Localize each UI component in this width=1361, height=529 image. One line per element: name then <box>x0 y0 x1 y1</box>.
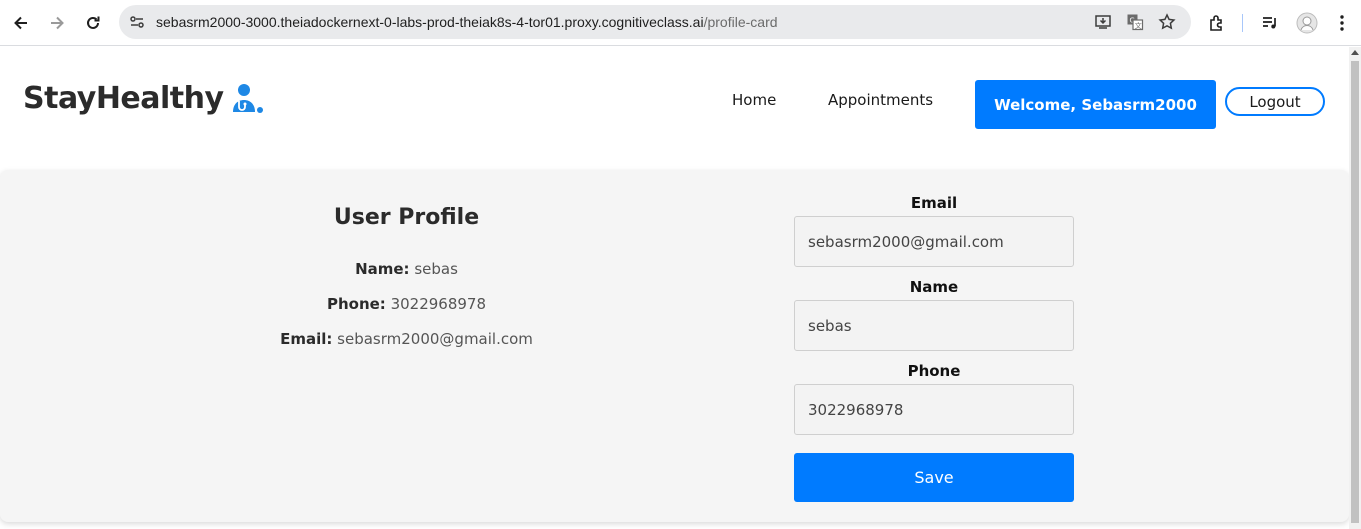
phone-label: Phone: <box>326 295 386 313</box>
forward-icon[interactable] <box>45 11 69 35</box>
profile-phone-line: Phone: 3022968978 <box>0 295 813 313</box>
translate-icon[interactable]: G文 <box>1125 12 1145 32</box>
page-content: StayHealthy Home Appointments Welcome, S… <box>0 47 1349 529</box>
nav-home-link[interactable]: Home <box>732 91 776 109</box>
phone-field-label: Phone <box>907 362 961 380</box>
brand-logo[interactable]: StayHealthy <box>23 81 264 116</box>
name-field[interactable]: sebas <box>794 300 1074 351</box>
site-info-icon[interactable] <box>127 12 147 32</box>
name-value: sebas <box>414 260 458 278</box>
bookmark-star-icon[interactable] <box>1157 12 1177 32</box>
email-label: Email: <box>280 330 333 348</box>
phone-field[interactable]: 3022968978 <box>794 384 1074 435</box>
extensions-icon[interactable] <box>1205 11 1229 35</box>
email-field[interactable]: sebasrm2000@gmail.com <box>794 216 1074 267</box>
profile-card: User Profile Name: sebas Phone: 30229689… <box>0 170 1349 522</box>
address-bar[interactable]: sebasrm2000-3000.theiadockernext-0-labs-… <box>119 5 1191 39</box>
svg-text:文: 文 <box>1135 21 1142 30</box>
scrollbar-thumb[interactable] <box>1351 61 1359 523</box>
url-text[interactable]: sebasrm2000-3000.theiadockernext-0-labs-… <box>156 14 778 30</box>
doctor-icon <box>232 83 263 113</box>
profile-email-line: Email: sebasrm2000@gmail.com <box>0 330 813 348</box>
name-field-label: Name <box>909 278 959 296</box>
phone-value: 3022968978 <box>390 295 487 313</box>
nav-appointments-link[interactable]: Appointments <box>828 91 933 109</box>
page-scrollbar[interactable] <box>1349 47 1361 529</box>
install-app-icon[interactable] <box>1093 12 1113 32</box>
url-path: /profile-card <box>703 14 778 30</box>
reload-icon[interactable] <box>81 11 105 35</box>
profile-title: User Profile <box>333 205 480 230</box>
scroll-up-arrow-icon[interactable] <box>1351 50 1359 55</box>
logout-button[interactable]: Logout <box>1225 87 1325 116</box>
welcome-user-button[interactable]: Welcome, Sebasrm2000 <box>975 80 1216 129</box>
save-button[interactable]: Save <box>794 453 1074 502</box>
toolbar-divider <box>1242 14 1243 32</box>
back-icon[interactable] <box>9 11 33 35</box>
more-menu-icon[interactable] <box>1330 11 1354 35</box>
email-field-label: Email <box>910 194 958 212</box>
name-label: Name: <box>355 260 410 278</box>
profile-avatar-icon[interactable] <box>1295 11 1319 35</box>
brand-name: StayHealthy <box>23 81 224 116</box>
url-host: sebasrm2000-3000.theiadockernext-0-labs-… <box>156 14 704 30</box>
media-control-icon[interactable] <box>1258 11 1282 35</box>
email-value: sebasrm2000@gmail.com <box>337 330 533 348</box>
browser-toolbar: sebasrm2000-3000.theiadockernext-0-labs-… <box>0 0 1361 46</box>
profile-name-line: Name: sebas <box>0 260 813 278</box>
